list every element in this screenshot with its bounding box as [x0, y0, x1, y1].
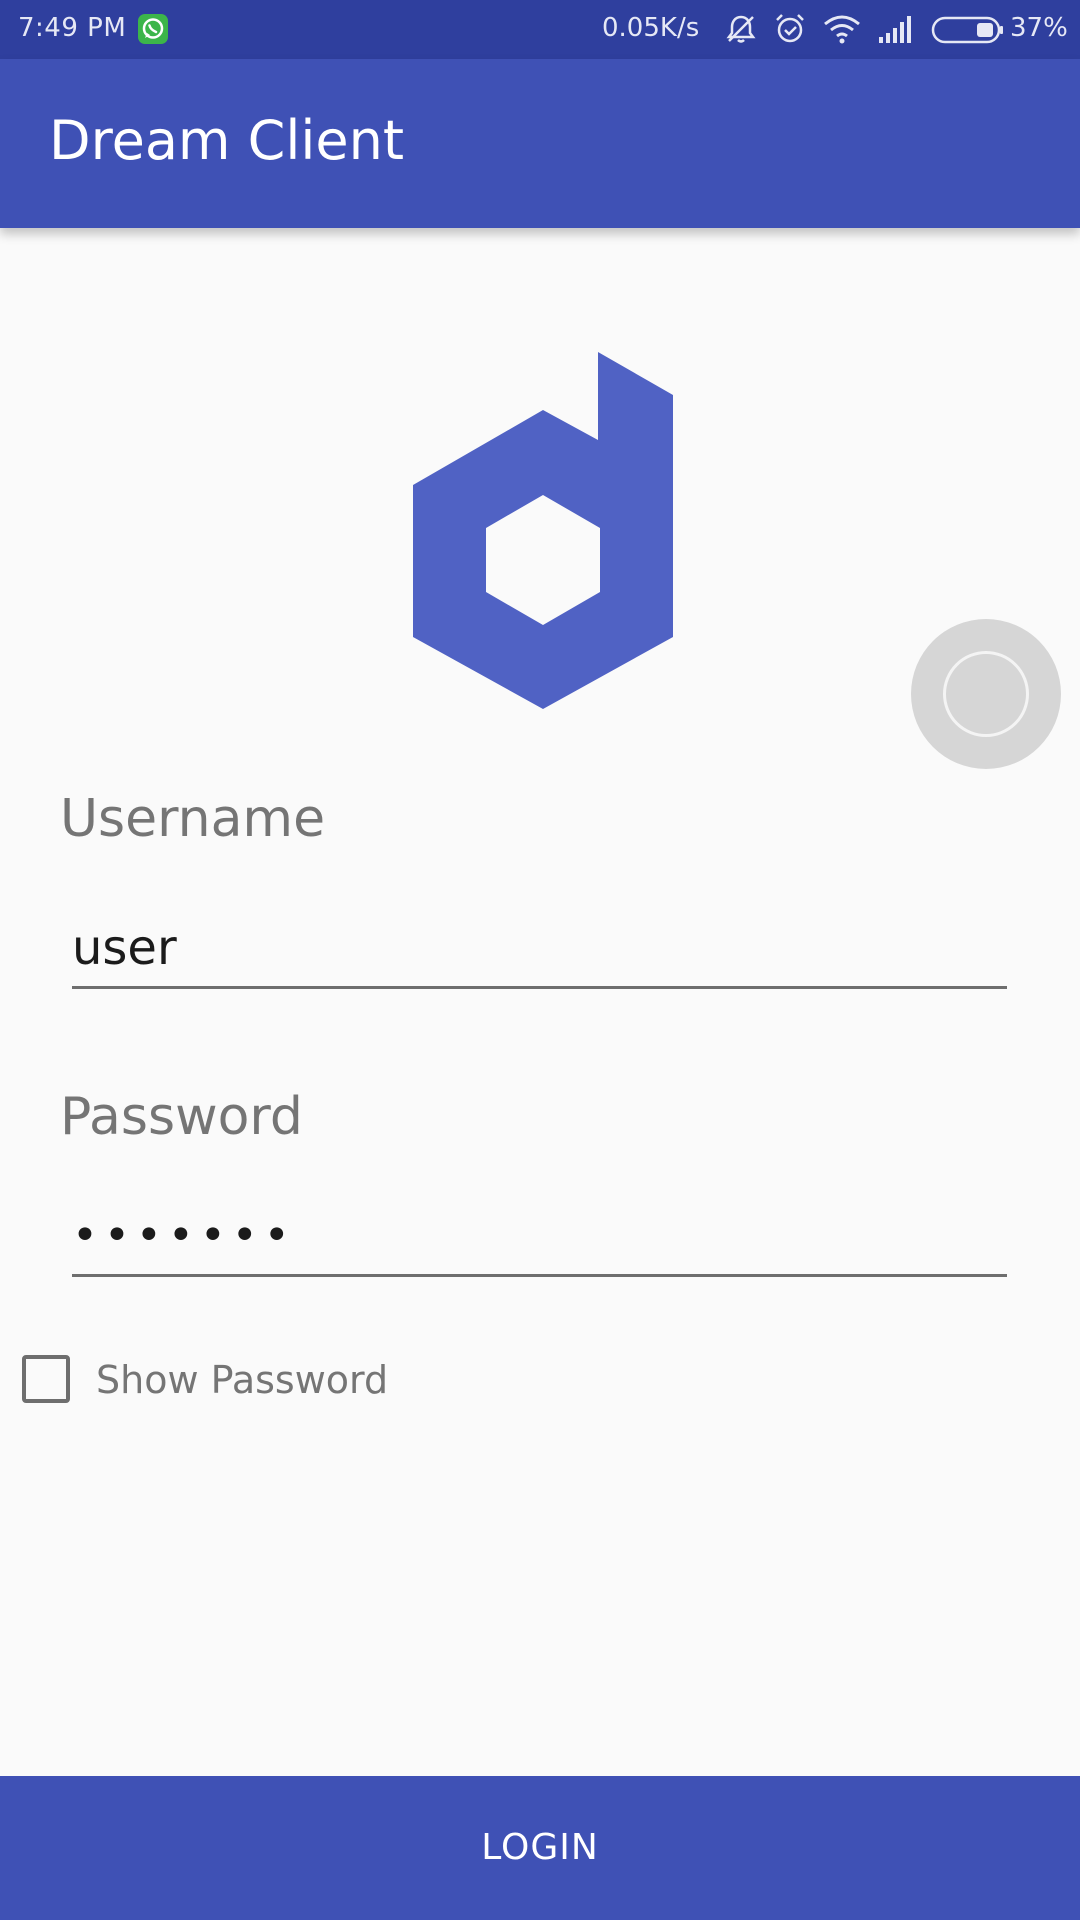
app-bar: Dream Client: [0, 59, 1080, 228]
dream-logo-icon: [413, 352, 673, 709]
show-password-checkbox[interactable]: [22, 1355, 70, 1403]
floating-assist-button[interactable]: [911, 619, 1061, 769]
app-title: Dream Client: [49, 109, 405, 172]
status-time: 7:49 PM: [18, 13, 127, 43]
login-button[interactable]: LOGIN: [0, 1776, 1080, 1920]
signal-icon: [877, 11, 917, 51]
wifi-icon: [822, 11, 862, 51]
status-bar: 7:49 PM 0.05K/s 37%: [0, 0, 1080, 59]
alarm-icon: [772, 11, 808, 51]
whatsapp-icon: [137, 13, 169, 45]
assist-ring-icon: [943, 651, 1029, 737]
password-label: Password: [60, 1087, 303, 1147]
username-input[interactable]: [72, 909, 1007, 989]
username-label: Username: [60, 789, 326, 849]
password-input[interactable]: [72, 1197, 1007, 1277]
network-speed: 0.05K/s: [602, 13, 700, 43]
battery-percentage: 37%: [1010, 13, 1068, 43]
battery-icon: [931, 15, 1005, 49]
show-password-label[interactable]: Show Password: [96, 1352, 388, 1408]
bell-off-icon: [723, 11, 759, 51]
